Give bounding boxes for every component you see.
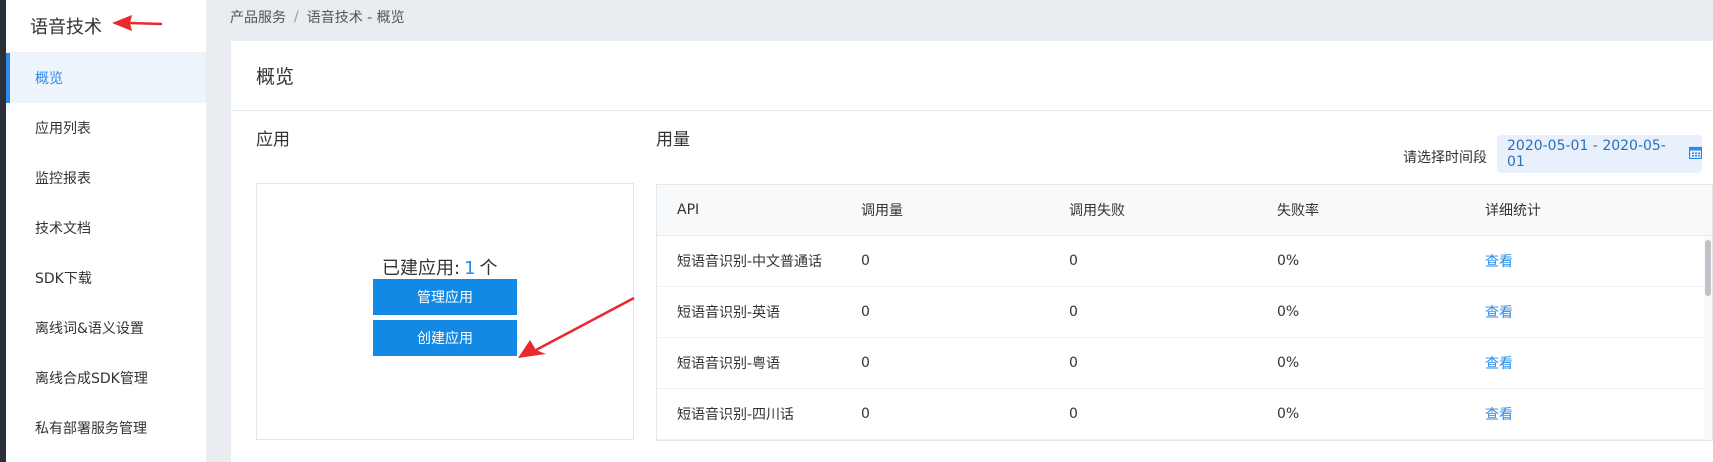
table-row: 短语音识别-英语 0 0 0% 查看 [657,287,1712,338]
sidebar-item-label: 概览 [35,71,63,87]
sidebar-item-private-deploy[interactable]: 私有部署服务管理 [6,403,206,453]
breadcrumb-separator: / [294,9,299,25]
cell-rate: 0% [1277,406,1300,422]
sidebar: 语音技术 概览 应用列表 监控报表 技术文档 SDK下载 离线词&语义设置 离线… [6,0,206,462]
breadcrumb-item-current: 语音技术 - 概览 [306,10,405,26]
manage-apps-button[interactable]: 管理应用 [373,279,517,315]
app-count-suffix: 个 [479,258,498,279]
sidebar-item-overview[interactable]: 概览 [6,53,206,103]
cell-api: 短语音识别-中文普通话 [677,254,823,270]
cell-failures: 0 [1069,304,1078,320]
usage-section-title: 用量 [656,130,690,150]
main-panel: 概览 应用 已建应用: 1 个 管理应用 创建应用 用量 请选择时间段 2020-0… [231,41,1713,462]
cell-calls: 0 [861,355,870,371]
cell-api: 短语音识别-英语 [677,305,781,321]
apps-card: 已建应用: 1 个 管理应用 创建应用 [256,183,634,440]
usage-table: API 调用量 调用失败 失败率 详细统计 短语音识别-中文普通话 0 0 0%… [656,184,1713,441]
cell-failures: 0 [1069,355,1078,371]
app-count-prefix: 已建应用: [382,258,461,279]
create-app-button[interactable]: 创建应用 [373,320,517,356]
sidebar-item-offline-tts-sdk[interactable]: 离线合成SDK管理 [6,353,206,403]
sidebar-item-label: 应用列表 [35,121,91,137]
table-scrollbar[interactable] [1704,236,1712,440]
sidebar-title-text: 语音技术 [30,17,102,38]
sidebar-item-sdk-download[interactable]: SDK下载 [6,253,206,303]
cell-calls: 0 [861,406,870,422]
cell-rate: 0% [1277,304,1300,320]
breadcrumb-item-product-services[interactable]: 产品服务 [230,7,286,27]
cell-rate: 0% [1277,253,1300,269]
table-row: 短语音识别-粤语 0 0 0% 查看 [657,338,1712,389]
cell-api: 短语音识别-粤语 [677,356,781,372]
cell-failures: 0 [1069,406,1078,422]
column-header-detail: 详细统计 [1485,203,1541,219]
sidebar-title: 语音技术 [6,0,206,53]
cell-calls: 0 [861,253,870,269]
table-row: 短语音识别-中文普通话 0 0 0% 查看 [657,236,1712,287]
cell-failures: 0 [1069,253,1078,269]
cell-calls: 0 [861,304,870,320]
sidebar-item-label: 私有部署服务管理 [35,421,147,437]
app-count-number: 1 [464,258,476,279]
breadcrumb: 产品服务 / 语音技术 - 概览 [230,0,405,34]
sidebar-item-tech-docs[interactable]: 技术文档 [6,203,206,253]
sidebar-item-label: 离线合成SDK管理 [35,371,148,387]
calendar-icon[interactable] [1688,146,1703,163]
page-title: 概览 [231,41,1713,111]
column-header-failures: 调用失败 [1069,203,1125,219]
date-range-label: 请选择时间段 [1403,150,1487,166]
date-range-value: 2020-05-01 - 2020-05-01 [1507,138,1666,170]
column-header-failure-rate: 失败率 [1277,203,1319,219]
apps-section-title: 应用 [256,130,290,150]
column-header-calls: 调用量 [861,203,903,219]
view-detail-link[interactable]: 查看 [1485,356,1513,372]
sidebar-item-monitor-report[interactable]: 监控报表 [6,153,206,203]
table-row: 短语音识别-四川话 0 0 0% 查看 [657,389,1712,440]
sidebar-item-label: 技术文档 [35,221,91,237]
date-range-picker[interactable]: 2020-05-01 - 2020-05-01 [1497,135,1703,173]
view-detail-link[interactable]: 查看 [1485,407,1513,423]
sidebar-item-label: 离线词&语义设置 [35,321,144,337]
sidebar-item-offline-words[interactable]: 离线词&语义设置 [6,303,206,353]
scrollbar-thumb[interactable] [1705,240,1711,296]
view-detail-link[interactable]: 查看 [1485,305,1513,321]
app-count: 已建应用: 1 个 [382,254,498,280]
table-header: API 调用量 调用失败 失败率 详细统计 [657,185,1712,236]
cell-api: 短语音识别-四川话 [677,407,795,423]
sidebar-item-label: 监控报表 [35,171,91,187]
cell-rate: 0% [1277,355,1300,371]
column-header-api: API [677,202,700,218]
sidebar-item-label: SDK下载 [35,271,92,287]
sidebar-item-app-list[interactable]: 应用列表 [6,103,206,153]
view-detail-link[interactable]: 查看 [1485,254,1513,270]
page-title-text: 概览 [256,66,295,88]
